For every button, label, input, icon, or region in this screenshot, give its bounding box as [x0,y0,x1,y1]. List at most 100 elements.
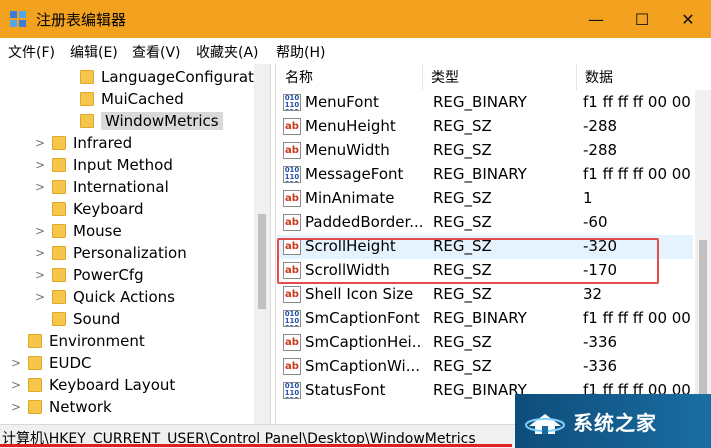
tree-scrollbar[interactable] [254,64,270,424]
maximize-button[interactable]: ☐ [619,0,665,38]
list-row[interactable]: ab SmCaptionHei... REG_SZ -336 [277,331,693,355]
binary-value-icon: 010110011 [283,382,301,399]
tree-item-label: PowerCfg [73,266,144,284]
tree-item-label: Keyboard Layout [49,376,176,394]
menu-view[interactable]: 查看(V) [132,42,181,62]
value-data: f1 ff ff ff 00 00 0 [583,165,695,183]
value-type: REG_SZ [433,117,492,135]
list-row[interactable]: 010110011 MenuFont REG_BINARY f1 ff ff f… [277,91,695,115]
menu-edit[interactable]: 编辑(E) [70,42,118,62]
minimize-icon: — [588,9,604,29]
registry-tree[interactable]: LanguageConfigurati MuiCached WindowMetr… [0,64,270,424]
list-row[interactable]: ab MinAnimate REG_SZ 1 [277,187,693,211]
chevron-right-icon[interactable]: > [34,246,46,260]
tree-scrollbar-thumb[interactable] [258,214,266,309]
value-type: REG_SZ [433,141,492,159]
chevron-right-icon[interactable]: > [34,180,46,194]
tree-item-personalization[interactable]: > Personalization [34,242,187,264]
tree-item-infrared[interactable]: > Infrared [34,132,132,154]
menu-favorites[interactable]: 收藏夹(A) [196,42,259,62]
close-button[interactable]: ✕ [665,0,711,38]
value-data: 32 [583,285,603,303]
tree-item-international[interactable]: > International [34,176,169,198]
value-name: MenuHeight [305,117,396,135]
column-header-data[interactable]: 数据 [577,64,711,90]
value-name: MenuWidth [305,141,390,159]
value-type: REG_BINARY [433,93,527,111]
tree-item-environment[interactable]: Environment [10,330,145,352]
chevron-right-icon[interactable]: > [10,356,22,370]
tree-item-label: WindowMetrics [101,112,223,130]
value-name: SmCaptionHei... [305,333,423,351]
chevron-right-icon[interactable]: > [10,378,22,392]
value-data: -336 [583,333,618,351]
folder-icon [80,92,94,106]
minimize-button[interactable]: — [573,0,619,38]
chevron-right-icon[interactable]: > [34,290,46,304]
values-scrollbar-thumb[interactable] [699,240,707,400]
tree-item-keyboard-layout[interactable]: > Keyboard Layout [10,374,175,396]
binary-value-icon: 010110011 [283,94,301,111]
value-name: SmCaptionFont [305,309,420,327]
menu-help[interactable]: 帮助(H) [276,42,325,62]
chevron-right-icon[interactable]: > [34,268,46,282]
string-value-icon: ab [283,142,301,159]
window-title: 注册表编辑器 [36,11,127,29]
tree-item-network[interactable]: > Network [10,396,112,418]
folder-icon [28,334,42,348]
tree-item-eudc[interactable]: > EUDC [10,352,92,374]
string-value-icon: ab [283,286,301,303]
pane-splitter[interactable] [270,64,276,424]
chevron-right-icon[interactable]: > [10,400,22,414]
folder-icon [52,312,66,326]
list-row[interactable]: ab MenuHeight REG_SZ -288 [277,115,693,139]
folder-icon [80,114,94,128]
maximize-icon: ☐ [634,9,650,29]
tree-item-windowmetrics[interactable]: WindowMetrics [62,110,223,132]
list-row[interactable]: 010110011 MessageFont REG_BINARY f1 ff f… [277,163,695,187]
tree-item-label: Personalization [73,244,187,262]
tree-item-label: Network [49,398,112,416]
column-header-name[interactable]: 名称 [277,64,423,90]
string-value-icon: ab [283,190,301,207]
string-value-icon: ab [283,334,301,351]
tree-item-sound[interactable]: Sound [34,308,120,330]
chevron-right-icon[interactable]: > [34,224,46,238]
string-value-icon: ab [283,358,301,375]
tree-item-mouse[interactable]: > Mouse [34,220,122,242]
binary-value-icon: 010110011 [283,166,301,183]
watermark-logo-icon [525,414,565,434]
menu-file[interactable]: 文件(F) [8,42,55,62]
value-type: REG_BINARY [433,165,527,183]
value-name: Shell Icon Size [305,285,414,303]
list-row[interactable]: ab PaddedBorder... REG_SZ -60 [277,211,693,235]
value-type: REG_BINARY [433,309,527,327]
value-data: -288 [583,117,618,135]
tree-item-label: EUDC [49,354,92,372]
list-row[interactable]: 010110011 SmCaptionFont REG_BINARY f1 ff… [277,307,695,331]
column-header-type[interactable]: 类型 [423,64,577,90]
watermark-text: 系统之家 [573,410,657,435]
tree-item-muicached[interactable]: MuiCached [62,88,184,110]
list-row[interactable]: ab SmCaptionWi... REG_SZ -336 [277,355,693,379]
chevron-right-icon[interactable]: > [34,158,46,172]
value-type: REG_SZ [433,189,492,207]
value-type: REG_BINARY [433,381,527,399]
values-scrollbar[interactable] [695,90,711,424]
value-name: MessageFont [305,165,404,183]
tree-item-quick-actions[interactable]: > Quick Actions [34,286,175,308]
tree-item-input-method[interactable]: > Input Method [34,154,173,176]
tree-item-keyboard[interactable]: Keyboard [34,198,144,220]
tree-item-powercfg[interactable]: > PowerCfg [34,264,144,286]
chevron-right-icon[interactable]: > [34,136,46,150]
tree-item-label: Keyboard [73,200,144,218]
value-name: PaddedBorder... [305,213,423,231]
folder-icon [52,268,66,282]
value-data: f1 ff ff ff 00 00 0 [583,309,695,327]
highlight-box [277,238,659,284]
list-row[interactable]: ab MenuWidth REG_SZ -288 [277,139,693,163]
binary-value-icon: 010110011 [283,310,301,327]
value-data: -336 [583,357,618,375]
tree-item-languageconfiguration[interactable]: LanguageConfigurati [62,66,258,88]
list-row[interactable]: ab Shell Icon Size REG_SZ 32 [277,283,693,307]
